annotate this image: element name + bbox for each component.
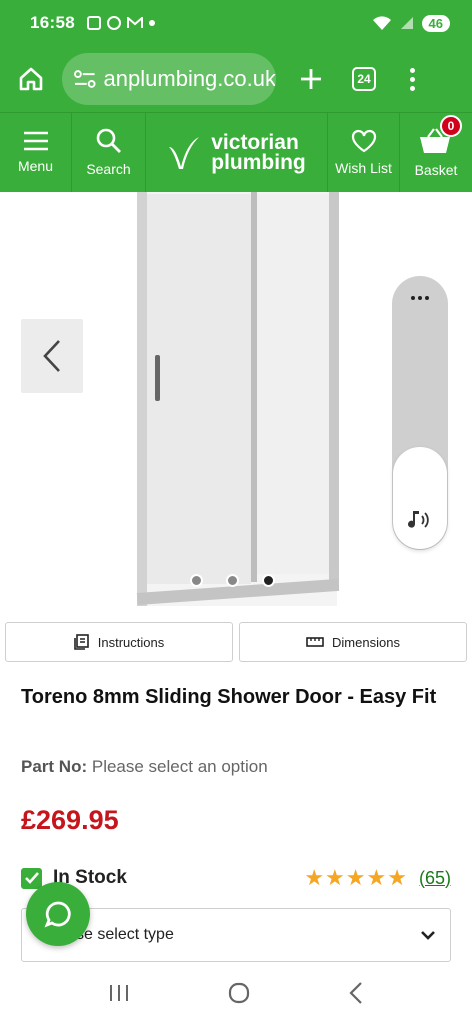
wishlist-button[interactable]: Wish List (328, 113, 400, 192)
site-settings-icon (74, 70, 96, 88)
menu-label: Menu (17, 158, 54, 174)
recent-apps-button[interactable] (108, 983, 130, 1003)
chevron-left-icon (43, 340, 60, 372)
back-nav-button[interactable] (348, 981, 364, 1005)
review-count-link[interactable]: (65) (419, 868, 451, 889)
screenshot-icon (86, 16, 101, 30)
mail-icon (126, 17, 143, 28)
gallery-pagination (190, 574, 275, 587)
wishlist-label: Wish List (335, 160, 392, 176)
site-header: Menu Search victorian plumbing Wish List… (0, 112, 472, 192)
url-text: anplumbing.co.uk (103, 66, 276, 91)
ruler-icon (306, 637, 324, 647)
search-label: Search (86, 161, 131, 177)
battery-indicator: 46 (421, 14, 450, 32)
volume-handle[interactable] (393, 447, 447, 549)
logo-text-line2: plumbing (211, 150, 306, 174)
heart-icon (351, 129, 376, 153)
star-icon: ★ (325, 865, 345, 890)
tab-switcher-button[interactable]: 24 (352, 67, 376, 91)
document-icon (73, 634, 89, 650)
gallery-dot[interactable] (226, 574, 239, 587)
home-nav-button[interactable] (227, 981, 251, 1005)
home-button[interactable] (0, 46, 62, 112)
logo-text-line1: victorian (211, 130, 299, 154)
product-price: £269.95 (21, 805, 119, 835)
instructions-button[interactable]: Instructions (5, 622, 233, 662)
part-number-label: Part No: (21, 757, 88, 776)
address-bar[interactable]: anplumbing.co.uk (62, 53, 276, 105)
browser-toolbar: anplumbing.co.uk 24 (0, 46, 472, 112)
status-time: 16:58 (30, 13, 75, 32)
product-image (136, 192, 340, 606)
part-number: Part No: Please select an option (21, 757, 268, 777)
instructions-label: Instructions (97, 634, 165, 650)
music-volume-icon (408, 511, 429, 528)
site-logo[interactable]: victorian plumbing (146, 113, 328, 192)
messenger-icon (106, 16, 121, 30)
status-bar: 16:58 46 (0, 0, 472, 46)
signal-icon (400, 17, 413, 29)
browser-menu-button[interactable] (410, 67, 415, 91)
more-icon[interactable] (392, 296, 448, 300)
volume-slider[interactable] (392, 276, 448, 550)
search-icon (96, 128, 121, 153)
basket-count-badge: 0 (440, 115, 462, 137)
gallery-dot[interactable] (190, 574, 203, 587)
system-nav-bar (0, 962, 472, 1024)
previous-image-button[interactable] (21, 319, 83, 393)
search-button[interactable]: Search (72, 113, 146, 192)
part-number-value: Please select an option (91, 757, 268, 776)
wifi-icon (372, 16, 391, 30)
star-icon: ★ (345, 865, 366, 890)
chat-icon (44, 901, 71, 928)
star-icon: ★ (304, 865, 325, 890)
more-notifications-icon (148, 20, 155, 26)
notification-icons (86, 16, 155, 30)
menu-button[interactable]: Menu (0, 113, 72, 192)
basket-label: Basket (414, 162, 458, 178)
logo-mark-icon (169, 136, 200, 169)
star-icon: ★ (366, 865, 387, 890)
gallery-dot-active[interactable] (262, 574, 275, 587)
stock-rating-row: In Stock ★ ★ ★ ★ ★ (65) (21, 864, 451, 892)
plus-icon (301, 69, 321, 89)
hamburger-icon (23, 131, 48, 151)
chevron-down-icon (421, 931, 435, 940)
chat-button[interactable] (26, 882, 90, 946)
home-icon (19, 67, 43, 91)
product-title: Toreno 8mm Sliding Shower Door - Easy Fi… (21, 686, 437, 708)
document-buttons: Instructions Dimensions (5, 622, 467, 662)
new-tab-button[interactable] (276, 67, 346, 91)
dimensions-label: Dimensions (332, 634, 400, 650)
in-stock-check-icon (21, 867, 42, 889)
basket-button[interactable]: 0 Basket (400, 113, 472, 192)
star-rating: ★ ★ ★ ★ ★ (304, 865, 407, 891)
star-icon: ★ (387, 865, 407, 890)
product-gallery[interactable] (0, 192, 472, 617)
dimensions-button[interactable]: Dimensions (239, 622, 467, 662)
